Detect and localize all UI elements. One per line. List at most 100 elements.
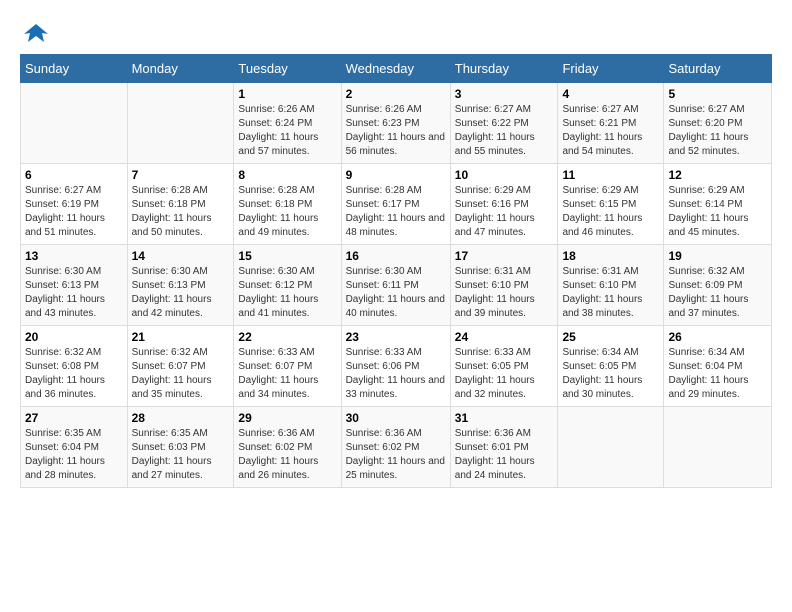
day-number: 8	[238, 168, 336, 182]
day-info: Sunrise: 6:34 AM Sunset: 6:05 PM Dayligh…	[562, 346, 659, 402]
calendar-cell	[21, 83, 128, 164]
day-info: Sunrise: 6:30 AM Sunset: 6:11 PM Dayligh…	[346, 265, 446, 321]
day-number: 20	[25, 330, 123, 344]
day-info: Sunrise: 6:32 AM Sunset: 6:08 PM Dayligh…	[25, 346, 123, 402]
day-info: Sunrise: 6:33 AM Sunset: 6:05 PM Dayligh…	[455, 346, 554, 402]
week-row-2: 6 Sunrise: 6:27 AM Sunset: 6:19 PM Daylig…	[21, 164, 772, 245]
day-info: Sunrise: 6:27 AM Sunset: 6:21 PM Dayligh…	[562, 103, 659, 159]
calendar-cell: 20 Sunrise: 6:32 AM Sunset: 6:08 PM Dayli…	[21, 326, 128, 407]
calendar-cell: 4 Sunrise: 6:27 AM Sunset: 6:21 PM Daylig…	[558, 83, 664, 164]
calendar-cell: 9 Sunrise: 6:28 AM Sunset: 6:17 PM Daylig…	[341, 164, 450, 245]
calendar-cell: 16 Sunrise: 6:30 AM Sunset: 6:11 PM Dayli…	[341, 245, 450, 326]
logo	[20, 20, 50, 44]
day-number: 30	[346, 411, 446, 425]
logo-bird-icon	[22, 20, 50, 48]
day-number: 28	[132, 411, 230, 425]
calendar-cell: 19 Sunrise: 6:32 AM Sunset: 6:09 PM Dayli…	[664, 245, 772, 326]
day-number: 10	[455, 168, 554, 182]
calendar-cell: 22Sunrise: 6:33 AM Sunset: 6:07 PM Dayli…	[234, 326, 341, 407]
calendar-cell: 18 Sunrise: 6:31 AM Sunset: 6:10 PM Dayli…	[558, 245, 664, 326]
calendar-table: SundayMondayTuesdayWednesdayThursdayFrid…	[20, 54, 772, 488]
col-header-monday: Monday	[127, 55, 234, 83]
calendar-header-row: SundayMondayTuesdayWednesdayThursdayFrid…	[21, 55, 772, 83]
col-header-tuesday: Tuesday	[234, 55, 341, 83]
day-number: 31	[455, 411, 554, 425]
day-number: 29	[238, 411, 336, 425]
calendar-cell: 14 Sunrise: 6:30 AM Sunset: 6:13 PM Dayli…	[127, 245, 234, 326]
day-info: Sunrise: 6:26 AM Sunset: 6:24 PM Dayligh…	[238, 103, 336, 159]
day-info: Sunrise: 6:36 AM Sunset: 6:02 PM Dayligh…	[346, 427, 446, 483]
calendar-cell: 29 Sunrise: 6:36 AM Sunset: 6:02 PM Dayli…	[234, 407, 341, 488]
day-info: Sunrise: 6:34 AM Sunset: 6:04 PM Dayligh…	[668, 346, 767, 402]
day-info: Sunrise: 6:26 AM Sunset: 6:23 PM Dayligh…	[346, 103, 446, 159]
day-info: Sunrise: 6:36 AM Sunset: 6:02 PM Dayligh…	[238, 427, 336, 483]
calendar-cell: 8 Sunrise: 6:28 AM Sunset: 6:18 PM Daylig…	[234, 164, 341, 245]
day-info: Sunrise: 6:28 AM Sunset: 6:18 PM Dayligh…	[238, 184, 336, 240]
calendar-cell: 21 Sunrise: 6:32 AM Sunset: 6:07 PM Dayli…	[127, 326, 234, 407]
calendar-cell: 13Sunrise: 6:30 AM Sunset: 6:13 PM Dayli…	[21, 245, 128, 326]
day-info: Sunrise: 6:32 AM Sunset: 6:07 PM Dayligh…	[132, 346, 230, 402]
col-header-saturday: Saturday	[664, 55, 772, 83]
day-info: Sunrise: 6:33 AM Sunset: 6:06 PM Dayligh…	[346, 346, 446, 402]
calendar-cell	[664, 407, 772, 488]
day-info: Sunrise: 6:29 AM Sunset: 6:16 PM Dayligh…	[455, 184, 554, 240]
calendar-cell	[127, 83, 234, 164]
day-info: Sunrise: 6:32 AM Sunset: 6:09 PM Dayligh…	[668, 265, 767, 321]
calendar-cell: 3Sunrise: 6:27 AM Sunset: 6:22 PM Daylig…	[450, 83, 558, 164]
col-header-sunday: Sunday	[21, 55, 128, 83]
day-info: Sunrise: 6:28 AM Sunset: 6:17 PM Dayligh…	[346, 184, 446, 240]
week-row-5: 27 Sunrise: 6:35 AM Sunset: 6:04 PM Dayli…	[21, 407, 772, 488]
calendar-cell	[558, 407, 664, 488]
day-info: Sunrise: 6:27 AM Sunset: 6:20 PM Dayligh…	[668, 103, 767, 159]
day-number: 4	[562, 87, 659, 101]
calendar-cell: 25Sunrise: 6:34 AM Sunset: 6:05 PM Dayli…	[558, 326, 664, 407]
calendar-cell: 2 Sunrise: 6:26 AM Sunset: 6:23 PM Daylig…	[341, 83, 450, 164]
day-number: 22	[238, 330, 336, 344]
week-row-1: 1Sunrise: 6:26 AM Sunset: 6:24 PM Daylig…	[21, 83, 772, 164]
calendar-cell: 11Sunrise: 6:29 AM Sunset: 6:15 PM Dayli…	[558, 164, 664, 245]
calendar-cell: 17Sunrise: 6:31 AM Sunset: 6:10 PM Dayli…	[450, 245, 558, 326]
day-info: Sunrise: 6:30 AM Sunset: 6:13 PM Dayligh…	[132, 265, 230, 321]
day-info: Sunrise: 6:35 AM Sunset: 6:04 PM Dayligh…	[25, 427, 123, 483]
calendar-cell: 6 Sunrise: 6:27 AM Sunset: 6:19 PM Daylig…	[21, 164, 128, 245]
day-number: 27	[25, 411, 123, 425]
day-number: 26	[668, 330, 767, 344]
day-number: 9	[346, 168, 446, 182]
col-header-thursday: Thursday	[450, 55, 558, 83]
calendar-cell: 15 Sunrise: 6:30 AM Sunset: 6:12 PM Dayli…	[234, 245, 341, 326]
day-number: 15	[238, 249, 336, 263]
calendar-cell: 30 Sunrise: 6:36 AM Sunset: 6:02 PM Dayli…	[341, 407, 450, 488]
calendar-cell: 23 Sunrise: 6:33 AM Sunset: 6:06 PM Dayli…	[341, 326, 450, 407]
day-info: Sunrise: 6:30 AM Sunset: 6:12 PM Dayligh…	[238, 265, 336, 321]
day-info: Sunrise: 6:36 AM Sunset: 6:01 PM Dayligh…	[455, 427, 554, 483]
day-info: Sunrise: 6:27 AM Sunset: 6:22 PM Dayligh…	[455, 103, 554, 159]
day-number: 23	[346, 330, 446, 344]
day-number: 21	[132, 330, 230, 344]
day-info: Sunrise: 6:35 AM Sunset: 6:03 PM Dayligh…	[132, 427, 230, 483]
day-number: 16	[346, 249, 446, 263]
day-number: 2	[346, 87, 446, 101]
calendar-cell: 5 Sunrise: 6:27 AM Sunset: 6:20 PM Daylig…	[664, 83, 772, 164]
day-number: 13	[25, 249, 123, 263]
day-info: Sunrise: 6:31 AM Sunset: 6:10 PM Dayligh…	[455, 265, 554, 321]
day-info: Sunrise: 6:31 AM Sunset: 6:10 PM Dayligh…	[562, 265, 659, 321]
day-info: Sunrise: 6:29 AM Sunset: 6:14 PM Dayligh…	[668, 184, 767, 240]
calendar-cell: 12 Sunrise: 6:29 AM Sunset: 6:14 PM Dayli…	[664, 164, 772, 245]
week-row-4: 20 Sunrise: 6:32 AM Sunset: 6:08 PM Dayli…	[21, 326, 772, 407]
calendar-cell: 27 Sunrise: 6:35 AM Sunset: 6:04 PM Dayli…	[21, 407, 128, 488]
col-header-wednesday: Wednesday	[341, 55, 450, 83]
day-number: 18	[562, 249, 659, 263]
day-info: Sunrise: 6:29 AM Sunset: 6:15 PM Dayligh…	[562, 184, 659, 240]
col-header-friday: Friday	[558, 55, 664, 83]
calendar-cell: 31 Sunrise: 6:36 AM Sunset: 6:01 PM Dayli…	[450, 407, 558, 488]
day-number: 14	[132, 249, 230, 263]
day-number: 12	[668, 168, 767, 182]
day-number: 24	[455, 330, 554, 344]
calendar-cell: 10 Sunrise: 6:29 AM Sunset: 6:16 PM Dayli…	[450, 164, 558, 245]
day-info: Sunrise: 6:27 AM Sunset: 6:19 PM Dayligh…	[25, 184, 123, 240]
day-number: 19	[668, 249, 767, 263]
day-number: 5	[668, 87, 767, 101]
week-row-3: 13 Sunrise: 6:30 AM Sunset: 6:13 PM Dayli…	[21, 245, 772, 326]
day-number: 6	[25, 168, 123, 182]
page-header	[20, 20, 772, 44]
